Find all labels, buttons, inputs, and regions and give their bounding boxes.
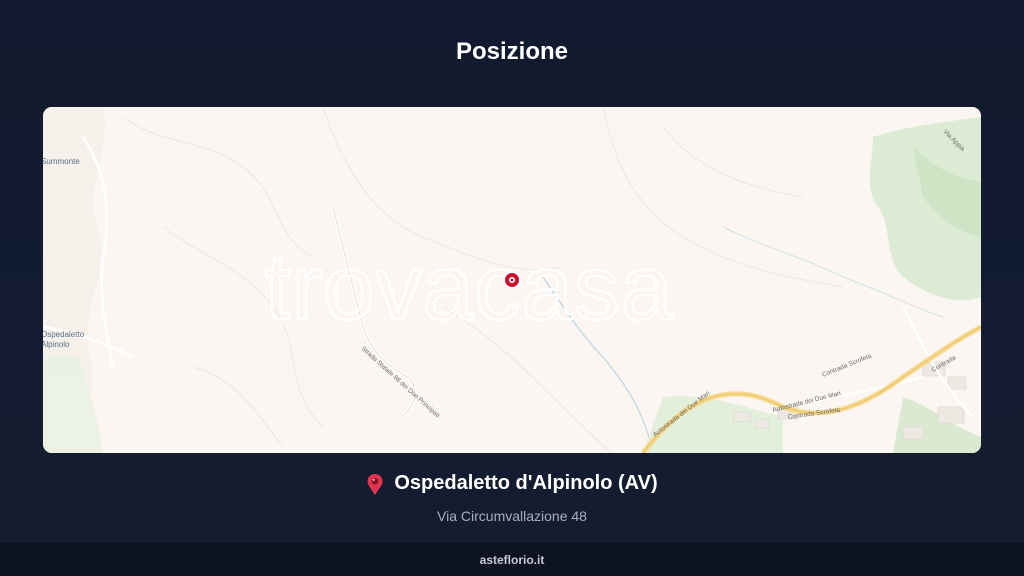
map-marker-icon[interactable] (503, 271, 521, 289)
location-address: Via Circumvallazione 48 (437, 507, 587, 524)
place-label-ospedaletto-1: Ospedaletto (43, 330, 85, 339)
location-name-row: Ospedaletto d'Alpinolo (AV) (366, 472, 658, 495)
pin-icon (366, 473, 384, 495)
place-label-ospedaletto-2: Alpinolo (43, 340, 70, 349)
location-name: Ospedaletto d'Alpinolo (AV) (394, 472, 658, 494)
location-info: Ospedaletto d'Alpinolo (AV) Via Circumva… (0, 472, 1024, 524)
map-canvas[interactable]: trovacasa Summonte Ospedaletto Alpinolo … (43, 107, 981, 453)
place-label-summonte: Summonte (43, 157, 80, 166)
map[interactable]: trovacasa Summonte Ospedaletto Alpinolo … (43, 107, 981, 453)
page: Posizione trovacasa Summonte Ospedaletto… (0, 0, 1024, 576)
footer: asteflorio.it (0, 543, 1024, 576)
watermark-logo: trovacasa (265, 237, 673, 339)
footer-site[interactable]: asteflorio.it (480, 553, 545, 567)
page-title: Posizione (455, 38, 569, 65)
